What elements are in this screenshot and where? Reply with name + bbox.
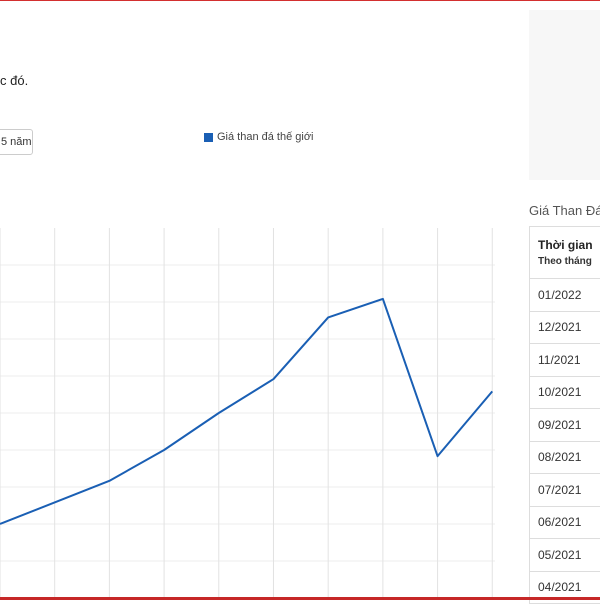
table-row: 08/2021 (530, 441, 600, 474)
table-row: 01/2022 (530, 279, 600, 312)
price-line-chart (0, 226, 500, 598)
date-cell: 06/2021 (530, 506, 600, 539)
table-header-row: Thời gian Theo tháng (530, 227, 600, 279)
table-row: 09/2021 (530, 409, 600, 442)
table-row: 11/2021 (530, 344, 600, 377)
date-cell: 11/2021 (530, 344, 600, 377)
table-row: 06/2021 (530, 506, 600, 539)
date-cell: 09/2021 (530, 409, 600, 442)
date-cell: 05/2021 (530, 539, 600, 572)
date-cell: 12/2021 (530, 311, 600, 344)
time-header-sublabel: Theo tháng (538, 254, 600, 270)
sidebar-panel (529, 10, 600, 180)
table-row: 12/2021 (530, 311, 600, 344)
top-accent-line (0, 0, 600, 1)
series-line (0, 299, 492, 524)
time-column-header[interactable]: Thời gian Theo tháng (530, 227, 600, 279)
chart-grid (0, 228, 495, 598)
legend-label: Giá than đá thế giới (217, 131, 314, 143)
intro-text: c đó. (0, 73, 28, 88)
price-table: Thời gian Theo tháng 01/2022 12/2021 11/… (529, 226, 600, 604)
date-cell: 01/2022 (530, 279, 600, 312)
table-row: 07/2021 (530, 474, 600, 507)
legend-swatch (204, 133, 213, 142)
table-row: 05/2021 (530, 539, 600, 572)
table-row: 10/2021 (530, 376, 600, 409)
chart-legend[interactable]: Giá than đá thế giới (204, 131, 314, 143)
date-cell: 07/2021 (530, 474, 600, 507)
table-title: Giá Than Đá (529, 203, 600, 218)
time-header-label: Thời gian (538, 236, 600, 254)
date-cell: 08/2021 (530, 441, 600, 474)
date-cell: 10/2021 (530, 376, 600, 409)
period-button[interactable]: 5 năm (0, 129, 33, 155)
